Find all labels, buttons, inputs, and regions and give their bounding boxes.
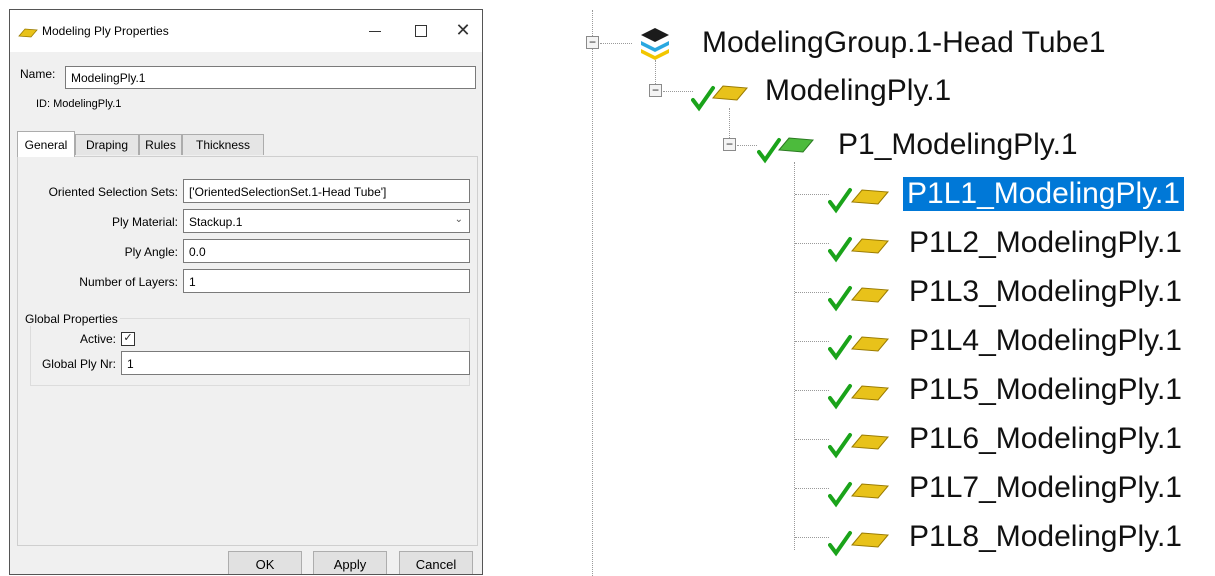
tree-node-analysis-ply[interactable]: P1L4_ModelingPly.1 <box>909 324 1182 358</box>
checkmark-icon: ✓ <box>123 332 133 344</box>
name-label: Name: <box>20 67 56 81</box>
oss-input[interactable]: ['OrientedSelectionSet.1-Head Tube'] <box>183 179 470 203</box>
tree-node-production-ply[interactable]: P1_ModelingPly.1 <box>838 128 1078 162</box>
oss-label: Oriented Selection Sets: <box>48 185 178 199</box>
tab-rules[interactable]: Rules <box>139 134 182 155</box>
analysis-ply-icon <box>828 327 894 366</box>
global-ply-nr-label: Global Ply Nr: <box>41 357 116 371</box>
maximize-icon <box>415 25 427 38</box>
tree-line <box>795 292 829 293</box>
tree-node-analysis-ply[interactable]: P1L1_ModelingPly.1 <box>903 177 1184 211</box>
maximize-button[interactable] <box>401 16 441 44</box>
tree-line <box>663 91 693 92</box>
id-label: ID: ModelingPly.1 <box>36 98 122 110</box>
tree-line <box>592 10 593 576</box>
minimize-button[interactable] <box>355 16 395 44</box>
ply-angle-label: Ply Angle: <box>124 245 178 259</box>
ply-material-value: Stackup.1 <box>189 215 243 229</box>
tab-thickness[interactable]: Thickness <box>182 134 264 155</box>
analysis-ply-icon <box>828 278 894 317</box>
modeling-ply-properties-dialog: Modeling Ply Properties ✕ Name: Modeling… <box>9 9 483 575</box>
tree-line <box>795 194 829 195</box>
tree-node-analysis-ply[interactable]: P1L7_ModelingPly.1 <box>909 471 1182 505</box>
tree-node-analysis-ply[interactable]: P1L2_ModelingPly.1 <box>909 226 1182 260</box>
tree-node-modeling-ply[interactable]: ModelingPly.1 <box>765 74 951 108</box>
active-checkbox[interactable]: ✓ <box>121 332 135 346</box>
active-label: Active: <box>79 332 116 346</box>
tree-line <box>795 537 829 538</box>
tree-line <box>729 108 730 138</box>
tab-draping[interactable]: Draping <box>75 134 139 155</box>
tree-node-analysis-ply[interactable]: P1L5_ModelingPly.1 <box>909 373 1182 407</box>
ply-angle-input[interactable]: 0.0 <box>183 239 470 263</box>
apply-button[interactable]: Apply <box>313 551 387 574</box>
tree-node-modeling-group[interactable]: ModelingGroup.1-Head Tube1 <box>702 26 1106 60</box>
general-tab-panel: Oriented Selection Sets: ['OrientedSelec… <box>17 156 478 546</box>
analysis-ply-icon <box>828 474 894 513</box>
ply-material-select[interactable]: Stackup.1 ⌄ <box>183 209 470 233</box>
modeling-ply-icon <box>691 78 753 117</box>
collapse-group-toggle[interactable]: − <box>586 36 599 49</box>
production-ply-icon <box>757 130 819 169</box>
global-properties-title: Global Properties <box>23 312 120 326</box>
analysis-ply-icon <box>828 180 894 219</box>
close-button[interactable]: ✕ <box>443 16 482 44</box>
collapse-modeling-ply-toggle[interactable]: − <box>649 84 662 97</box>
global-ply-nr-input[interactable]: 1 <box>121 351 470 375</box>
chevron-down-icon: ⌄ <box>454 214 463 225</box>
tree-node-analysis-ply[interactable]: P1L6_ModelingPly.1 <box>909 422 1182 456</box>
close-icon: ✕ <box>455 20 471 40</box>
tree-line <box>794 162 795 550</box>
dialog-title: Modeling Ply Properties <box>42 24 169 38</box>
ok-button[interactable]: OK <box>228 551 302 574</box>
tree-line <box>795 341 829 342</box>
title-bar[interactable]: Modeling Ply Properties ✕ <box>10 10 482 52</box>
ply-tree: − ModelingGroup.1-Head Tube1 − ModelingP… <box>560 0 1215 576</box>
tree-node-analysis-ply[interactable]: P1L3_ModelingPly.1 <box>909 275 1182 309</box>
tree-line <box>737 145 757 146</box>
analysis-ply-icon <box>828 425 894 464</box>
collapse-production-ply-toggle[interactable]: − <box>723 138 736 151</box>
cancel-button[interactable]: Cancel <box>399 551 473 574</box>
analysis-ply-icon <box>828 229 894 268</box>
tree-line <box>795 488 829 489</box>
tree-line <box>795 390 829 391</box>
ply-material-label: Ply Material: <box>111 215 178 229</box>
analysis-ply-icon <box>828 376 894 415</box>
number-of-layers-input[interactable]: 1 <box>183 269 470 293</box>
tree-line <box>795 439 829 440</box>
tab-general[interactable]: General <box>17 131 75 157</box>
ply-icon <box>18 25 38 43</box>
tree-line <box>795 243 829 244</box>
tree-line <box>600 43 632 44</box>
tree-node-analysis-ply[interactable]: P1L8_ModelingPly.1 <box>909 520 1182 554</box>
minimize-icon <box>369 30 381 32</box>
number-of-layers-label: Number of Layers: <box>79 275 178 289</box>
analysis-ply-icon <box>828 523 894 562</box>
name-input[interactable]: ModelingPly.1 <box>65 66 476 89</box>
